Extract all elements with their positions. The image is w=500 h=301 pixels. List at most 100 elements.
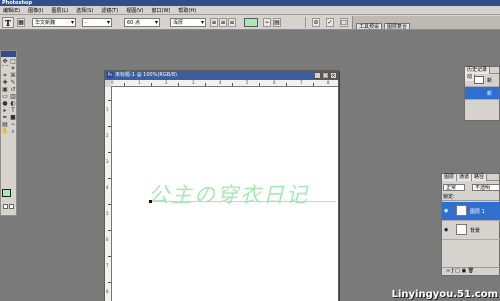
- mask-icon[interactable]: □: [455, 268, 460, 274]
- text-baseline-guide: [150, 201, 336, 202]
- eraser-tool-icon[interactable]: ▭: [1, 93, 9, 100]
- ruler-tick: [124, 83, 125, 86]
- gradient-tool-icon[interactable]: ▥: [9, 93, 17, 100]
- layer-row[interactable]: ◉ T 图层 1: [442, 202, 500, 221]
- photoshop-document-icon: Ps: [107, 72, 113, 78]
- ruler-v-label: 4: [106, 185, 109, 190]
- ruler-h-label: 6: [273, 80, 276, 85]
- align-right-icon[interactable]: ≡: [228, 18, 236, 27]
- notes-tool-icon[interactable]: ▤: [1, 121, 9, 128]
- history-brush-tool-icon[interactable]: ↺: [9, 86, 17, 93]
- history-tab[interactable]: 历史记录: [465, 67, 491, 74]
- ruler-v-label: 8: [106, 289, 109, 294]
- lasso-tool-icon[interactable]: ⌒: [1, 65, 9, 72]
- menu-item-select[interactable]: 选择(S): [76, 7, 93, 14]
- layer-options: 正常 不透明 锁定:: [442, 181, 500, 201]
- foreground-color-swatch[interactable]: [2, 189, 11, 197]
- menu-item-edit[interactable]: 编辑(E): [3, 7, 20, 14]
- paths-tab[interactable]: 路径: [472, 174, 488, 181]
- watermark-text: Linyingyou.51.com: [391, 289, 498, 300]
- close-icon[interactable]: ×: [330, 72, 337, 79]
- menu-item-help[interactable]: 帮助(H): [178, 7, 196, 14]
- marquee-tool-icon[interactable]: □: [9, 58, 17, 65]
- document-window: Ps 未标题-1 @ 100%(RGB/8) _ □ × 0 1 2 3 4 5…: [104, 70, 339, 301]
- magic-wand-tool-icon[interactable]: ✶: [9, 65, 17, 72]
- eye-icon[interactable]: ◉: [444, 227, 448, 233]
- pen-tool-icon[interactable]: ✒: [1, 114, 9, 121]
- text-orientation-icon[interactable]: ▦: [17, 18, 25, 27]
- dodge-tool-icon[interactable]: ◐: [9, 100, 17, 107]
- canvas-text-layer[interactable]: 公主の穿衣日记: [148, 179, 309, 209]
- stamp-tool-icon[interactable]: ▣: [1, 86, 9, 93]
- blend-mode-select[interactable]: 正常: [443, 184, 465, 191]
- slice-tool-icon[interactable]: ⌘: [9, 72, 17, 79]
- palette-dock: 工具预设 图层复合: [352, 16, 500, 29]
- commit-edit-icon[interactable]: ✓: [326, 18, 334, 27]
- menu-item-image[interactable]: 图像(I): [28, 7, 43, 14]
- layer-style-icon[interactable]: ƒ: [452, 268, 454, 274]
- dock-tab-layer-comps[interactable]: 图层复合: [384, 23, 411, 29]
- document-canvas[interactable]: 公主の穿衣日记: [112, 87, 338, 301]
- history-item-label: 新: [487, 78, 493, 84]
- background-layer-thumbnail: [456, 224, 467, 235]
- layers-panel-tabs: 图层 通道 路径: [442, 174, 499, 181]
- options-bar: T ▦ 华文新魏 - 60 点 浑厚 ≡ ≡ ≡ ⌁ ▤ ⊘ ✓ □ 工具预设 …: [0, 15, 500, 30]
- type-tool-icon[interactable]: T: [2, 17, 14, 28]
- menu-item-layer[interactable]: 图层(L): [51, 7, 68, 14]
- mask-mode-controls: [3, 204, 15, 209]
- path-select-tool-icon[interactable]: ▸: [1, 107, 9, 114]
- brush-tool-icon[interactable]: ✎: [9, 79, 17, 86]
- cancel-edit-icon[interactable]: ⊘: [312, 18, 320, 27]
- menu-item-view[interactable]: 视图(V): [126, 7, 143, 14]
- vertical-ruler: 1 2 3 4 5 6 7 8: [105, 87, 112, 301]
- layer-row[interactable]: ◉ 背景: [442, 221, 500, 240]
- eyedropper-tool-icon[interactable]: ⌁: [9, 121, 17, 128]
- antialias-select[interactable]: 浑厚: [170, 18, 206, 27]
- document-titlebar[interactable]: Ps 未标题-1 @ 100%(RGB/8) _ □ ×: [105, 71, 338, 80]
- blur-tool-icon[interactable]: ●: [1, 100, 9, 107]
- font-style-select[interactable]: -: [82, 18, 112, 27]
- align-left-icon[interactable]: ≡: [210, 18, 218, 27]
- text-color-swatch[interactable]: [244, 18, 258, 27]
- minimize-icon[interactable]: _: [314, 72, 321, 79]
- standard-mode-icon[interactable]: [3, 204, 8, 209]
- zoom-tool-icon[interactable]: ⌕: [9, 128, 17, 135]
- crop-tool-icon[interactable]: ⌗: [1, 72, 9, 79]
- file-browser-icon[interactable]: □: [340, 18, 348, 27]
- ruler-tick: [232, 83, 233, 86]
- align-center-icon[interactable]: ≡: [219, 18, 227, 27]
- type-tool-icon-toolbox[interactable]: T: [9, 107, 17, 114]
- menu-item-filter[interactable]: 滤镜(T): [101, 7, 118, 14]
- eye-icon[interactable]: ◉: [444, 208, 448, 214]
- opacity-field[interactable]: 不透明: [472, 184, 500, 191]
- ruler-tick: [108, 256, 111, 257]
- history-panel: 历史记录动 新 新: [464, 66, 500, 121]
- ruler-tick: [259, 83, 260, 86]
- ruler-v-label: 7: [106, 263, 109, 268]
- dock-tab-tool-presets[interactable]: 工具预设: [356, 23, 383, 29]
- channels-tab[interactable]: 通道: [457, 174, 473, 181]
- history-state-row[interactable]: 新: [465, 87, 499, 100]
- maximize-icon[interactable]: □: [322, 72, 329, 79]
- layers-tab[interactable]: 图层: [442, 174, 458, 181]
- ruler-tick: [108, 230, 111, 231]
- font-size-select[interactable]: 60 点: [124, 18, 160, 27]
- ruler-h-label: 8: [327, 80, 330, 85]
- move-tool-icon[interactable]: ✥: [1, 58, 9, 65]
- trash-icon[interactable]: 🗑: [468, 268, 474, 274]
- warp-text-icon[interactable]: ⌁: [263, 18, 271, 27]
- link-icon[interactable]: ∞: [446, 268, 450, 274]
- ruler-tick: [108, 178, 111, 179]
- history-snapshot-row[interactable]: 新: [465, 74, 499, 87]
- hand-tool-icon[interactable]: ✋: [1, 128, 9, 135]
- healing-tool-icon[interactable]: ✚: [1, 79, 9, 86]
- menu-item-window[interactable]: 窗口(W): [152, 7, 171, 14]
- ruler-tick: [151, 83, 152, 86]
- new-layer-icon[interactable]: ▣: [461, 268, 466, 274]
- quick-mask-mode-icon[interactable]: [9, 204, 14, 209]
- ruler-tick: [108, 152, 111, 153]
- font-family-select[interactable]: 华文新魏: [32, 18, 76, 27]
- shape-tool-icon[interactable]: ■: [9, 114, 17, 121]
- character-panel-icon[interactable]: ▤: [273, 18, 281, 27]
- ruler-v-label: 3: [106, 159, 109, 164]
